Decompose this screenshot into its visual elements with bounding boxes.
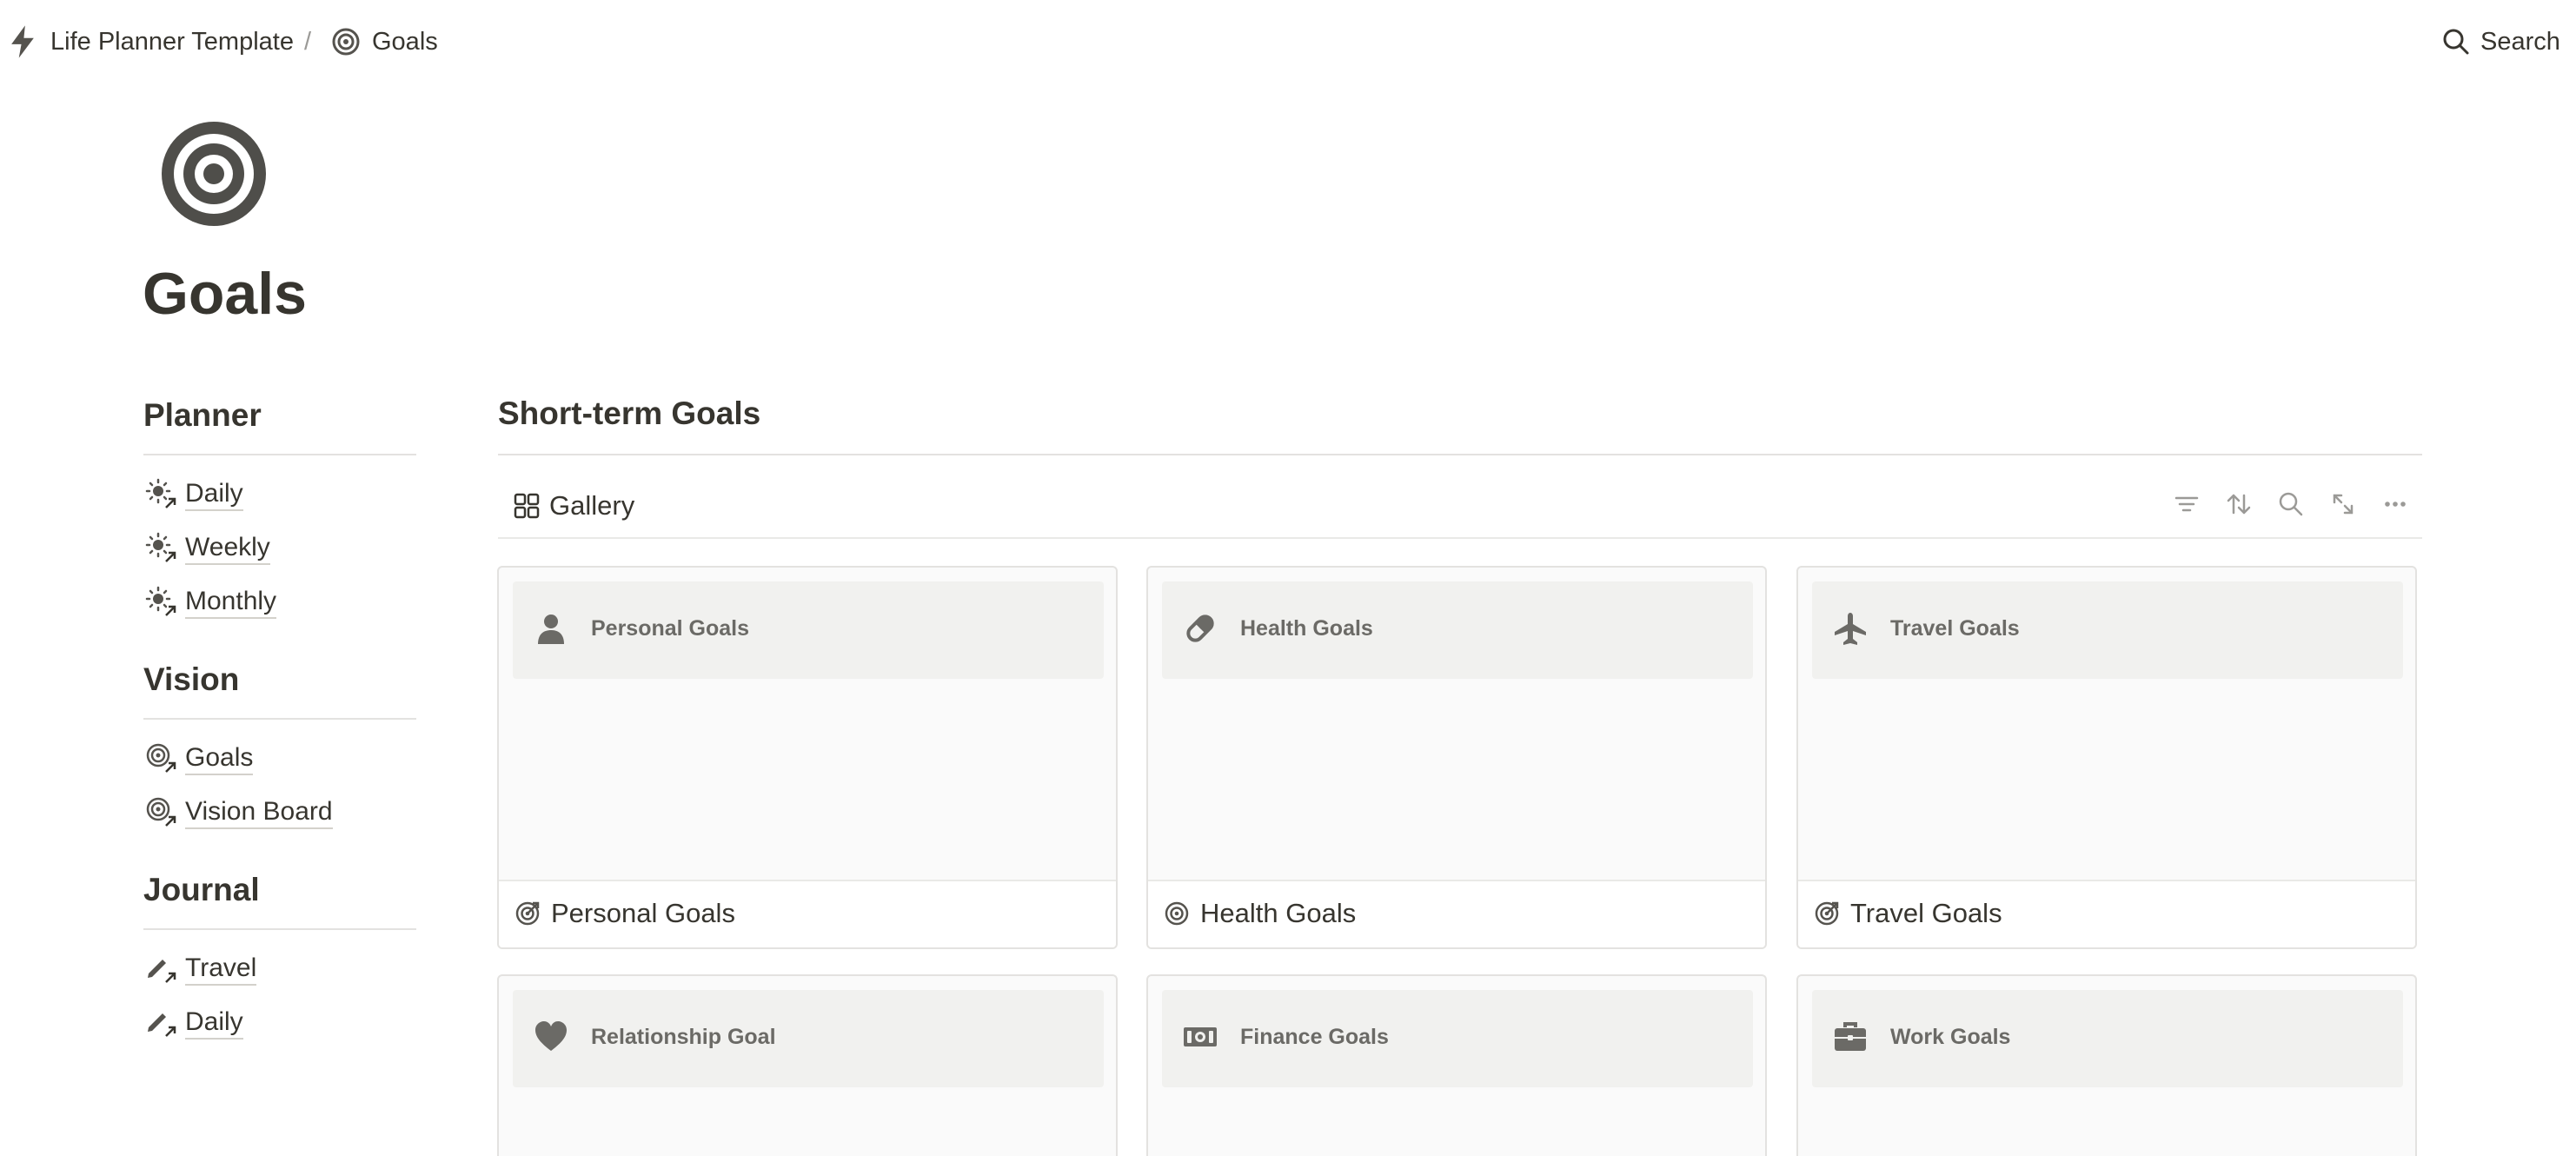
view-tab-label: Gallery bbox=[549, 490, 635, 521]
sun-link-icon bbox=[145, 586, 176, 616]
target-icon bbox=[332, 28, 360, 56]
card-cover-label: Work Goals bbox=[1890, 1025, 2011, 1049]
person-icon bbox=[538, 615, 564, 644]
nav-item-weekly[interactable]: Weekly bbox=[143, 527, 422, 568]
card-cover-label: Relationship Goal bbox=[591, 1025, 776, 1049]
nav-heading-planner: Planner bbox=[143, 397, 262, 433]
pen-link-icon bbox=[148, 1013, 176, 1037]
expand-icon[interactable] bbox=[2327, 488, 2359, 520]
nav-item-monthly[interactable]: Monthly bbox=[143, 581, 422, 622]
nav-item-label: Monthly bbox=[185, 586, 277, 619]
search-label: Search bbox=[2480, 28, 2560, 56]
card-cover-label: Travel Goals bbox=[1890, 616, 2020, 641]
gallery-card-personal-goals[interactable]: Personal Goals Personal Goals bbox=[497, 566, 1118, 949]
card-footer: Health Goals bbox=[1148, 880, 1765, 947]
card-cover: Personal Goals bbox=[513, 581, 1104, 679]
gallery-card-travel-goals[interactable]: Travel Goals Travel Goals bbox=[1796, 566, 2417, 949]
nav-item-label: Daily bbox=[185, 478, 243, 511]
search-icon[interactable] bbox=[2275, 488, 2307, 520]
view-tab-gallery[interactable]: Gallery bbox=[511, 487, 659, 525]
divider bbox=[143, 928, 416, 930]
more-icon[interactable] bbox=[2380, 488, 2411, 520]
filter-icon[interactable] bbox=[2171, 488, 2202, 520]
nav-heading-journal: Journal bbox=[143, 872, 260, 907]
money-icon bbox=[1184, 1027, 1217, 1046]
target-link-icon bbox=[146, 797, 176, 827]
divider bbox=[143, 718, 416, 720]
nav-item-label: Daily bbox=[185, 1007, 243, 1040]
nav-item-daily[interactable]: Daily bbox=[143, 473, 422, 515]
card-title: Travel Goals bbox=[1850, 898, 2002, 928]
card-footer: Travel Goals bbox=[1798, 880, 2415, 947]
nav-heading-vision: Vision bbox=[143, 661, 240, 697]
card-title: Personal Goals bbox=[551, 898, 735, 928]
nav-item-label: Goals bbox=[185, 742, 254, 775]
divider bbox=[498, 454, 2422, 455]
breadcrumb-separator: / bbox=[304, 28, 312, 56]
card-cover-label: Health Goals bbox=[1240, 616, 1373, 641]
target-icon bbox=[162, 122, 266, 226]
top-bar: Life Planner Template / Goals Search bbox=[0, 0, 2576, 83]
briefcase-icon bbox=[1835, 1022, 1866, 1051]
nav-item-journal-daily[interactable]: Daily bbox=[143, 1001, 422, 1043]
heart-icon bbox=[535, 1021, 567, 1051]
nav-item-label: Weekly bbox=[185, 532, 270, 565]
card-cover: Finance Goals bbox=[1162, 990, 1753, 1087]
breadcrumb-workspace[interactable]: Life Planner Template bbox=[50, 26, 294, 57]
gallery-card-finance-goals[interactable]: Finance Goals bbox=[1146, 974, 1767, 1156]
nav-item-travel[interactable]: Travel bbox=[143, 947, 422, 989]
target-icon bbox=[1815, 901, 1839, 926]
sort-icon[interactable] bbox=[2223, 488, 2254, 520]
divider bbox=[498, 537, 2422, 539]
card-cover: Travel Goals bbox=[1812, 581, 2403, 679]
card-cover: Work Goals bbox=[1812, 990, 2403, 1087]
breadcrumb-current[interactable]: Goals bbox=[372, 26, 438, 57]
card-footer: Personal Goals bbox=[499, 880, 1116, 947]
card-cover: Relationship Goal bbox=[513, 990, 1104, 1087]
nav-item-label: Travel bbox=[185, 953, 257, 986]
card-cover-label: Personal Goals bbox=[591, 616, 750, 641]
target-icon bbox=[515, 901, 540, 926]
section-title: Short-term Goals bbox=[498, 395, 761, 431]
sun-link-icon bbox=[145, 532, 176, 562]
gallery-icon bbox=[514, 493, 540, 519]
divider bbox=[143, 454, 416, 455]
card-cover-label: Finance Goals bbox=[1240, 1025, 1389, 1049]
gallery-card-work-goals[interactable]: Work Goals bbox=[1796, 974, 2417, 1156]
airplane-icon bbox=[1835, 613, 1866, 645]
target-icon bbox=[1165, 901, 1189, 926]
search-button[interactable]: Search bbox=[2439, 23, 2569, 61]
page-title: Goals bbox=[143, 261, 307, 327]
target-link-icon bbox=[146, 743, 176, 773]
search-icon bbox=[2443, 29, 2469, 55]
nav-item-label: Vision Board bbox=[185, 796, 333, 829]
card-cover: Health Goals bbox=[1162, 581, 1753, 679]
lightning-icon bbox=[11, 25, 34, 58]
bandage-icon bbox=[1186, 615, 1214, 642]
gallery-card-relationship-goal[interactable]: Relationship Goal bbox=[497, 974, 1118, 1156]
card-title: Health Goals bbox=[1200, 898, 1357, 928]
nav-item-vision-board[interactable]: Vision Board bbox=[143, 791, 422, 833]
sun-link-icon bbox=[145, 478, 176, 508]
nav-item-goals[interactable]: Goals bbox=[143, 737, 422, 779]
gallery-card-health-goals[interactable]: Health Goals Health Goals bbox=[1146, 566, 1767, 949]
pen-link-icon bbox=[148, 960, 176, 983]
